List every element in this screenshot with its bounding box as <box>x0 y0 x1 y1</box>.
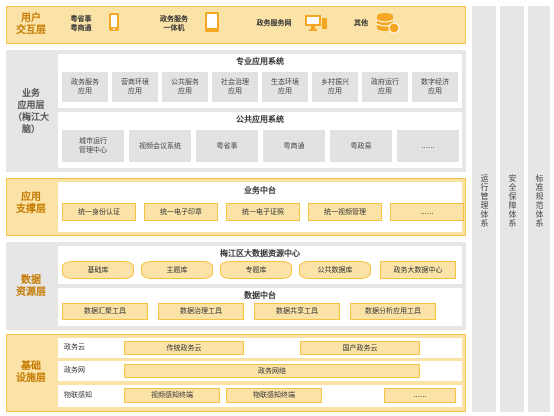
user-item-label: 其他 <box>354 18 368 27</box>
data-tool-cell: 数据分析应用工具 <box>350 303 436 320</box>
database-cylinder: 公共数据库 <box>299 261 371 279</box>
user-item-label: 粤省事 粤商通 <box>70 15 92 32</box>
support-cell: 统一视频管理 <box>308 203 382 221</box>
data-tool-cell: 数据汇聚工具 <box>62 303 148 320</box>
infra-item: 政务网络 <box>124 364 420 378</box>
tablet-icon <box>204 11 220 33</box>
special-app-cell: 乡村振兴 应用 <box>312 72 358 102</box>
support-title: 业务中台 <box>244 186 276 195</box>
data-layer-label: 数据 资源层 <box>16 275 46 298</box>
database-cylinder: 专题库 <box>220 261 292 279</box>
special-app-title: 专业应用系统 <box>236 57 284 66</box>
side-column-standards: 标准规范体系 <box>528 6 550 412</box>
app-layer-label: 业务 应用层 （梅江大脑） <box>12 89 49 135</box>
special-app-cell: 营商环境 应用 <box>112 72 158 102</box>
special-app-cell: 公共服务 应用 <box>162 72 208 102</box>
data-tool-cell: 数据共享工具 <box>254 303 340 320</box>
support-cell: 统一电子证照 <box>226 203 300 221</box>
support-cell: 统一身份认证 <box>62 203 136 221</box>
support-cell: ...... <box>390 203 464 221</box>
side-column-label: 标准规范体系 <box>535 174 544 228</box>
infra-item: 国产政务云 <box>300 341 420 355</box>
data-center-title: 梅江区大数据资源中心 <box>220 249 300 258</box>
infra-row-label: 政务云 <box>64 343 85 351</box>
infra-item: 传统政务云 <box>124 341 244 355</box>
public-app-cell: ...... <box>397 130 459 162</box>
database-icon <box>376 11 400 35</box>
side-column-label: 运行管理体系 <box>480 174 489 228</box>
special-app-cell: 政务服务 应用 <box>62 72 108 102</box>
infra-row-label: 政务网 <box>64 366 85 374</box>
phone-icon <box>108 12 120 32</box>
data-platform-title: 数据中台 <box>244 291 276 300</box>
side-column-operations: 运行管理体系 <box>472 6 496 412</box>
special-app-cell: 政府运行 应用 <box>362 72 408 102</box>
special-app-cell: 数字经济 应用 <box>412 72 458 102</box>
data-tool-cell: 数据治理工具 <box>158 303 244 320</box>
support-cell: 统一电子印章 <box>144 203 218 221</box>
user-item-label: 政务服务 一体机 <box>160 15 188 32</box>
public-app-cell: 粤省事 <box>196 130 258 162</box>
user-item-label: 政务服务网 <box>256 18 292 27</box>
database-cylinder: 主题库 <box>141 261 213 279</box>
special-app-cell: 生态环境 应用 <box>262 72 308 102</box>
side-column-security: 安全保障体系 <box>500 6 524 412</box>
user-layer-label: 用户 交互层 <box>16 13 46 36</box>
public-app-cell: 粤政易 <box>330 130 392 162</box>
public-app-title: 公共应用系统 <box>236 115 284 124</box>
monitor-icon <box>304 13 328 33</box>
support-layer-label: 应用 支撑层 <box>16 192 46 215</box>
database-cylinder: 基础库 <box>62 261 134 279</box>
infra-item: 视频感知终端 <box>124 388 220 403</box>
data-center-extra: 政务大数据中心 <box>380 261 456 279</box>
special-app-cell: 社会治理 应用 <box>212 72 258 102</box>
public-app-cell: 粤商通 <box>263 130 325 162</box>
infra-row-label: 物联感知 <box>64 391 92 399</box>
public-app-cell: 城市运行 管理中心 <box>62 130 124 162</box>
infra-item: 物联感知终端 <box>226 388 322 403</box>
side-column-label: 安全保障体系 <box>508 174 517 228</box>
infra-item: ...... <box>384 388 456 403</box>
infra-layer-label: 基础 设施层 <box>16 361 46 384</box>
public-app-cell: 视频会议系统 <box>129 130 191 162</box>
